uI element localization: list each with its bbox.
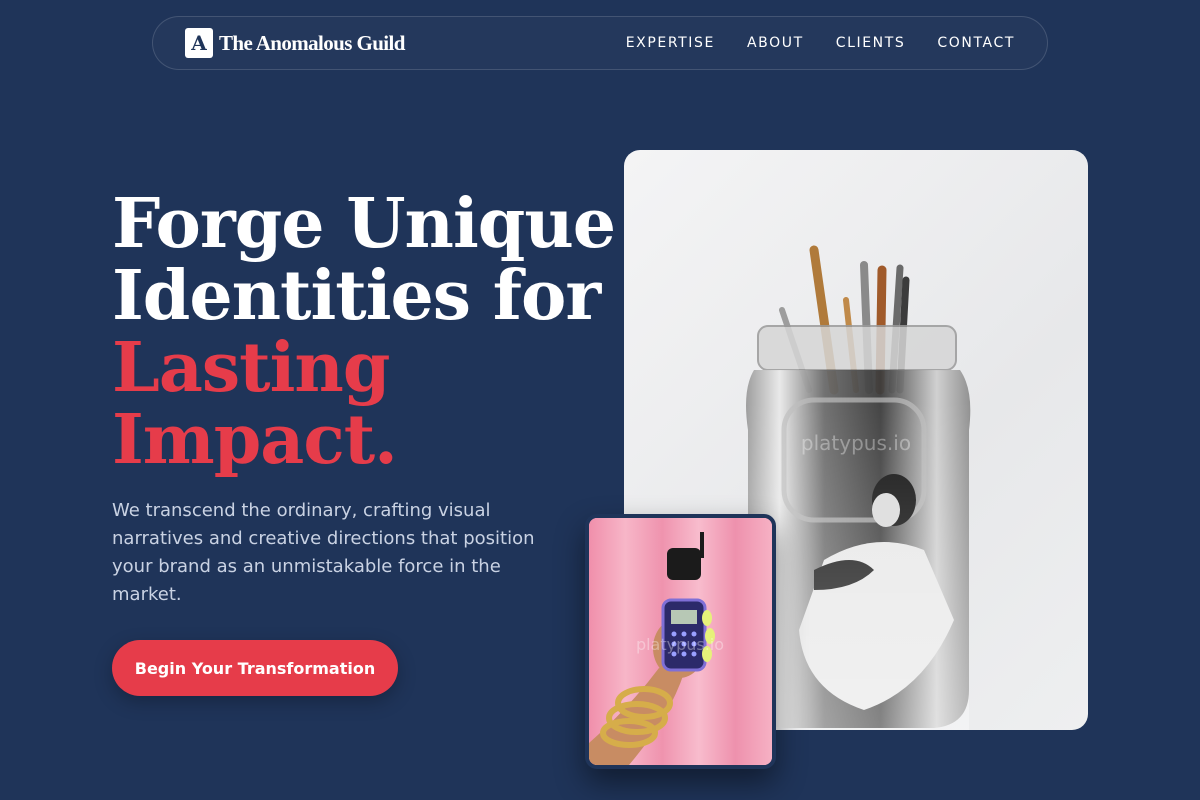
nav-link-about[interactable]: ABOUT (747, 35, 804, 51)
secondary-image-watermark: platypus.io (636, 635, 724, 654)
nav-link-contact[interactable]: CONTACT (937, 35, 1015, 51)
nav-link-expertise[interactable]: EXPERTISE (626, 35, 715, 51)
headline-accent-line-1: Lasting (112, 328, 390, 408)
brand-logo-icon: A (185, 28, 213, 58)
landing-page: A The Anomalous Guild EXPERTISE ABOUT CL… (0, 0, 1200, 800)
brand-name: The Anomalous Guild (219, 30, 405, 55)
flip-phone-photo-icon: platypus.io (589, 518, 772, 765)
headline-accent-line-2: Impact. (112, 400, 398, 480)
top-navigation: A The Anomalous Guild EXPERTISE ABOUT CL… (152, 16, 1048, 70)
nav-links: EXPERTISE ABOUT CLIENTS CONTACT (626, 35, 1015, 51)
main-image-watermark: platypus.io (801, 431, 911, 455)
nav-link-clients[interactable]: CLIENTS (836, 35, 906, 51)
hero-secondary-image: platypus.io (585, 514, 776, 769)
hero-subtext: We transcend the ordinary, crafting visu… (112, 500, 535, 605)
begin-transformation-button[interactable]: Begin Your Transformation (112, 640, 398, 696)
headline-line-2: Identities for (112, 256, 601, 336)
brand-logo-link[interactable]: A The Anomalous Guild (185, 28, 405, 58)
hero-headline: Forge Unique Identities for Lasting Impa… (112, 184, 616, 480)
headline-line-1: Forge Unique (112, 184, 616, 264)
